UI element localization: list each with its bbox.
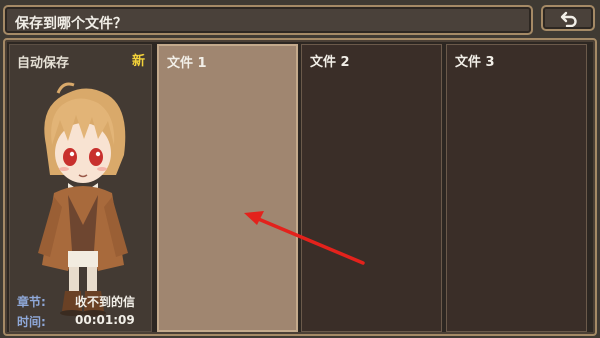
slot-label: 文件 2 [310, 55, 350, 70]
slot-label: 文件 1 [167, 56, 207, 71]
autosave-slot[interactable]: 自动保存 新 章节: 收不到的信 时间: 00:01:09 [9, 44, 152, 332]
time-label: 时间: [17, 315, 46, 329]
title-bar: 保存到哪个文件？ [3, 5, 533, 35]
autosave-label: 自动保存 [17, 56, 70, 71]
slot-label: 文件 3 [455, 55, 495, 70]
save-slot-1[interactable]: 文件 1 [157, 44, 298, 332]
character-portrait [38, 82, 128, 316]
back-arrow-icon [560, 11, 577, 27]
chapter-value: 收不到的信 [75, 295, 136, 309]
chapter-row: 章节: 收不到的信 [17, 293, 135, 310]
time-row: 时间: 00:01:09 [17, 313, 135, 330]
back-button[interactable] [541, 5, 595, 31]
time-value: 00:01:09 [75, 313, 135, 327]
new-badge: 新 [131, 54, 145, 69]
save-slot-3[interactable]: 文件 3 [446, 44, 587, 332]
save-slot-2[interactable]: 文件 2 [301, 44, 442, 332]
page-title: 保存到哪个文件？ [15, 16, 127, 32]
chapter-label: 章节: [17, 295, 46, 309]
